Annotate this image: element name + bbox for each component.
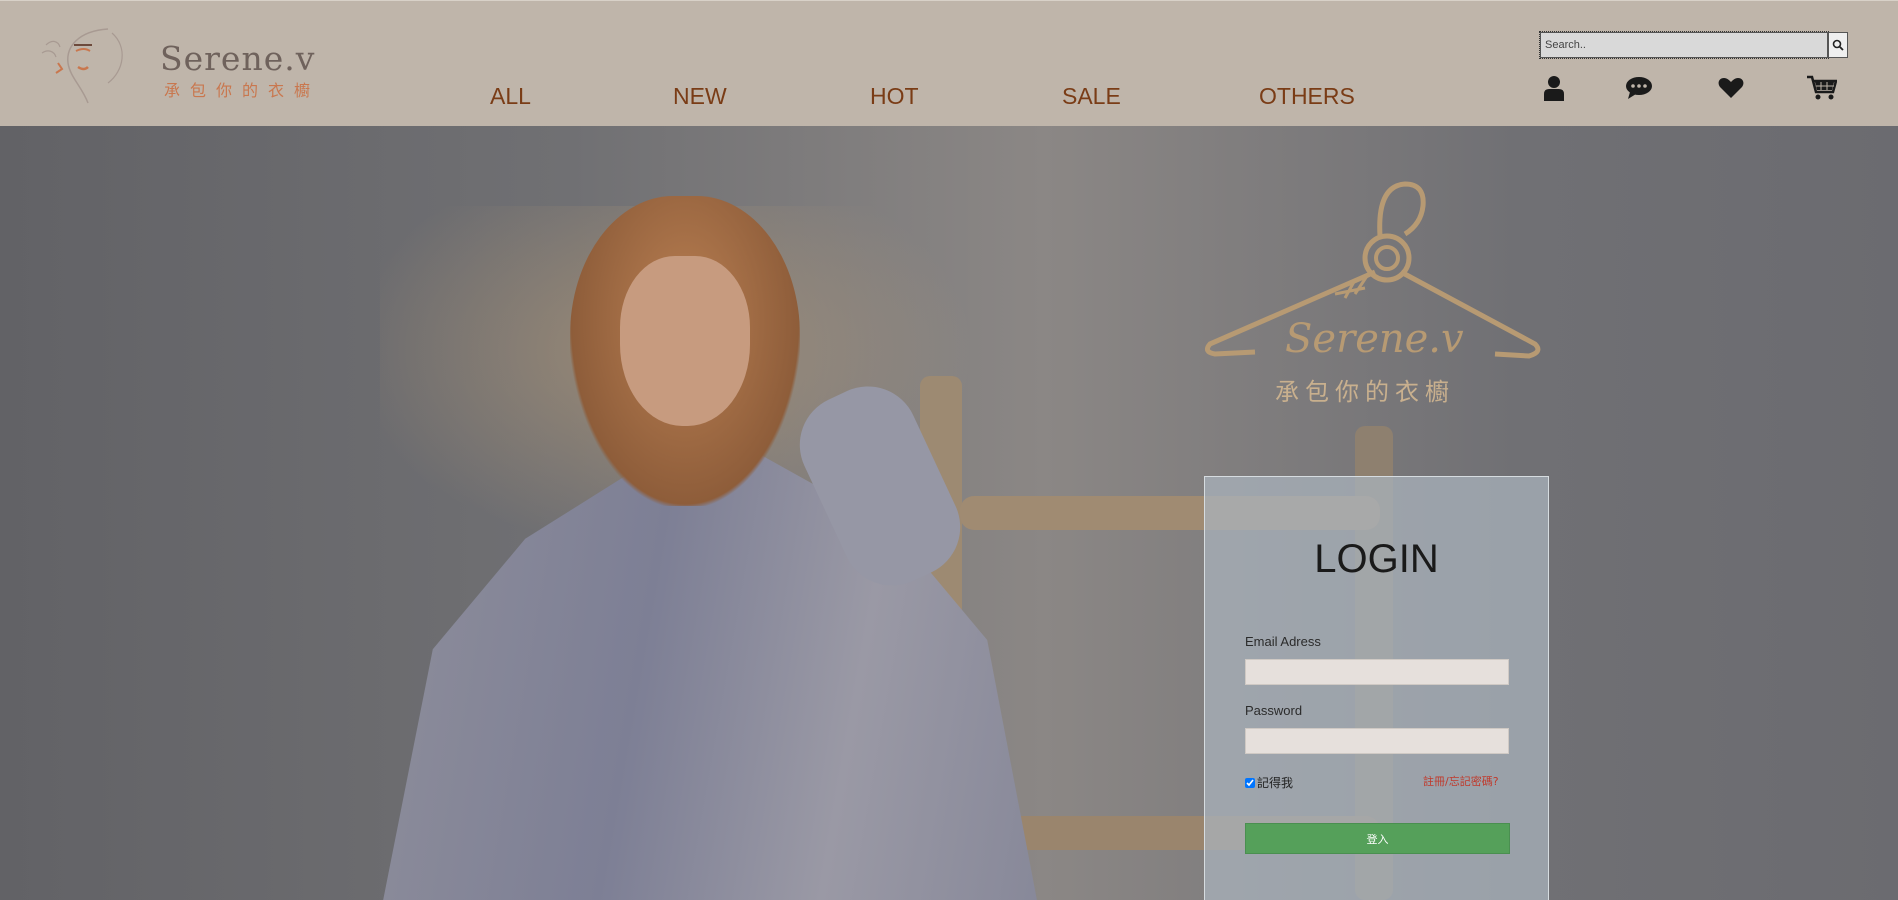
search-icon xyxy=(1832,39,1844,51)
user-icon xyxy=(1544,76,1564,101)
heart-icon xyxy=(1718,78,1744,98)
site-logo[interactable]: Serene.v 承包你的衣櫥 xyxy=(38,27,378,105)
brand-mark: Serene.v 承包你的衣櫥 xyxy=(1204,176,1545,416)
remember-me[interactable]: 記得我 xyxy=(1245,774,1293,791)
cart-button[interactable] xyxy=(1807,74,1837,102)
brand-mark-tagline: 承包你的衣櫥 xyxy=(1275,378,1455,406)
nav-new[interactable]: NEW xyxy=(673,83,727,110)
logo-name: Serene.v xyxy=(160,39,316,78)
password-label: Password xyxy=(1245,703,1303,718)
login-title: LOGIN xyxy=(1314,537,1439,581)
cart-icon xyxy=(1807,75,1837,100)
logo-tagline: 承包你的衣櫥 xyxy=(164,81,321,100)
search-input[interactable] xyxy=(1539,31,1829,59)
site-header: Serene.v 承包你的衣櫥 ALL NEW HOT SALE OTHERS xyxy=(0,0,1898,126)
password-field[interactable] xyxy=(1245,728,1509,754)
email-label: Email Adress xyxy=(1245,634,1321,649)
login-panel: LOGIN Email Adress Password 記得我 註冊/忘記密碼?… xyxy=(1204,476,1549,900)
nav-sale[interactable]: SALE xyxy=(1062,83,1121,110)
model-photo xyxy=(380,196,1040,900)
search-bar xyxy=(1539,31,1850,59)
search-button[interactable] xyxy=(1828,32,1848,58)
chat-icon xyxy=(1626,77,1652,99)
brand-mark-name: Serene.v xyxy=(1285,316,1464,362)
account-button[interactable] xyxy=(1539,74,1569,102)
login-button[interactable]: 登入 xyxy=(1245,823,1510,854)
register-forgot-link[interactable]: 註冊/忘記密碼? xyxy=(1423,773,1499,789)
nav-all[interactable]: ALL xyxy=(490,83,531,110)
hero-banner: Serene.v 承包你的衣櫥 xyxy=(0,126,1898,900)
nav-others[interactable]: OTHERS xyxy=(1259,83,1355,110)
wishlist-button[interactable] xyxy=(1716,74,1746,102)
remember-checkbox[interactable] xyxy=(1245,777,1255,788)
model-face xyxy=(620,256,750,426)
nav-hot[interactable]: HOT xyxy=(870,83,919,110)
email-field[interactable] xyxy=(1245,659,1509,685)
remember-label: 記得我 xyxy=(1257,776,1294,790)
messages-button[interactable] xyxy=(1624,74,1654,102)
logo-face-icon xyxy=(41,28,123,104)
